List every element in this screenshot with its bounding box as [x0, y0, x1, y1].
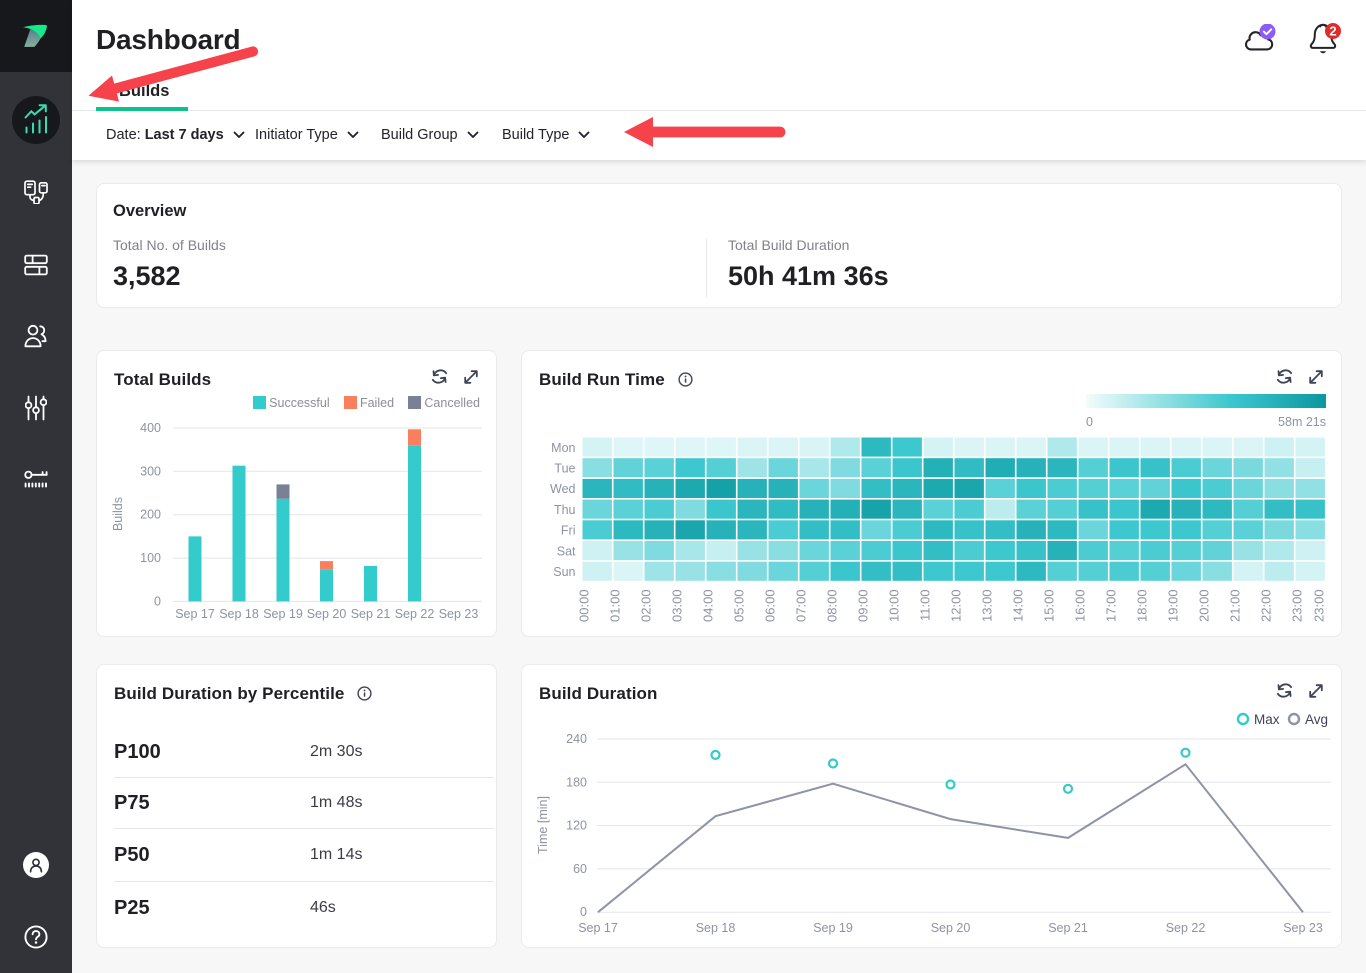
svg-text:Sep 17: Sep 17 [578, 921, 618, 935]
svg-text:14:00: 14:00 [1011, 589, 1026, 622]
svg-text:04:00: 04:00 [701, 589, 716, 622]
svg-text:07:00: 07:00 [794, 589, 809, 622]
svg-text:13:00: 13:00 [980, 589, 995, 622]
svg-text:23:00: 23:00 [1312, 589, 1327, 622]
svg-text:58m 21s: 58m 21s [1278, 415, 1326, 429]
svg-text:Sep 21: Sep 21 [1048, 921, 1088, 935]
svg-text:21:00: 21:00 [1228, 589, 1243, 622]
svg-text:03:00: 03:00 [670, 589, 685, 622]
svg-text:0: 0 [1086, 415, 1093, 429]
svg-text:Sep 20: Sep 20 [931, 921, 971, 935]
svg-text:08:00: 08:00 [825, 589, 840, 622]
svg-text:Sep 20: Sep 20 [307, 607, 347, 621]
svg-text:19:00: 19:00 [1166, 589, 1181, 622]
svg-text:Sep 19: Sep 19 [813, 921, 853, 935]
svg-text:0: 0 [580, 905, 587, 919]
svg-text:60: 60 [573, 862, 587, 876]
svg-text:Sep 22: Sep 22 [395, 607, 435, 621]
svg-text:Tue: Tue [554, 462, 575, 476]
svg-text:05:00: 05:00 [732, 589, 747, 622]
svg-text:Mon: Mon [551, 441, 575, 455]
svg-text:22:00: 22:00 [1259, 589, 1274, 622]
svg-text:Builds: Builds [111, 497, 125, 531]
svg-text:Sep 23: Sep 23 [1283, 921, 1323, 935]
svg-text:0: 0 [154, 594, 161, 608]
svg-text:Time [min]: Time [min] [536, 796, 550, 854]
svg-text:09:00: 09:00 [856, 589, 871, 622]
svg-text:01:00: 01:00 [608, 589, 623, 622]
svg-text:18:00: 18:00 [1135, 589, 1150, 622]
svg-text:Sun: Sun [553, 565, 575, 579]
svg-text:Sep 17: Sep 17 [175, 607, 215, 621]
svg-text:Sep 19: Sep 19 [263, 607, 303, 621]
svg-text:16:00: 16:00 [1073, 589, 1088, 622]
svg-text:2: 2 [1329, 24, 1336, 39]
svg-text:240: 240 [566, 732, 587, 746]
svg-text:300: 300 [140, 464, 161, 478]
svg-text:Wed: Wed [550, 482, 576, 496]
svg-text:12:00: 12:00 [949, 589, 964, 622]
svg-text:180: 180 [566, 775, 587, 789]
svg-text:Sep 23: Sep 23 [439, 607, 479, 621]
svg-text:400: 400 [140, 421, 161, 435]
svg-text:200: 200 [140, 508, 161, 522]
svg-text:Fri: Fri [561, 524, 576, 538]
svg-text:20:00: 20:00 [1197, 589, 1212, 622]
svg-text:11:00: 11:00 [918, 589, 933, 621]
svg-text:06:00: 06:00 [763, 589, 778, 622]
svg-text:23:00: 23:00 [1290, 589, 1305, 622]
svg-text:100: 100 [140, 551, 161, 565]
svg-text:Thu: Thu [554, 503, 576, 517]
svg-text:Sep 22: Sep 22 [1166, 921, 1206, 935]
svg-text:Sep 21: Sep 21 [351, 607, 391, 621]
svg-text:Sep 18: Sep 18 [219, 607, 259, 621]
svg-text:Avg: Avg [1305, 712, 1328, 727]
svg-text:Sat: Sat [557, 544, 576, 558]
svg-text:15:00: 15:00 [1042, 589, 1057, 622]
svg-text:120: 120 [566, 819, 587, 833]
svg-text:Max: Max [1254, 712, 1280, 727]
svg-text:00:00: 00:00 [577, 589, 592, 622]
svg-text:02:00: 02:00 [639, 589, 654, 622]
svg-text:Sep 18: Sep 18 [696, 921, 736, 935]
svg-text:17:00: 17:00 [1104, 589, 1119, 622]
svg-text:10:00: 10:00 [887, 589, 902, 622]
